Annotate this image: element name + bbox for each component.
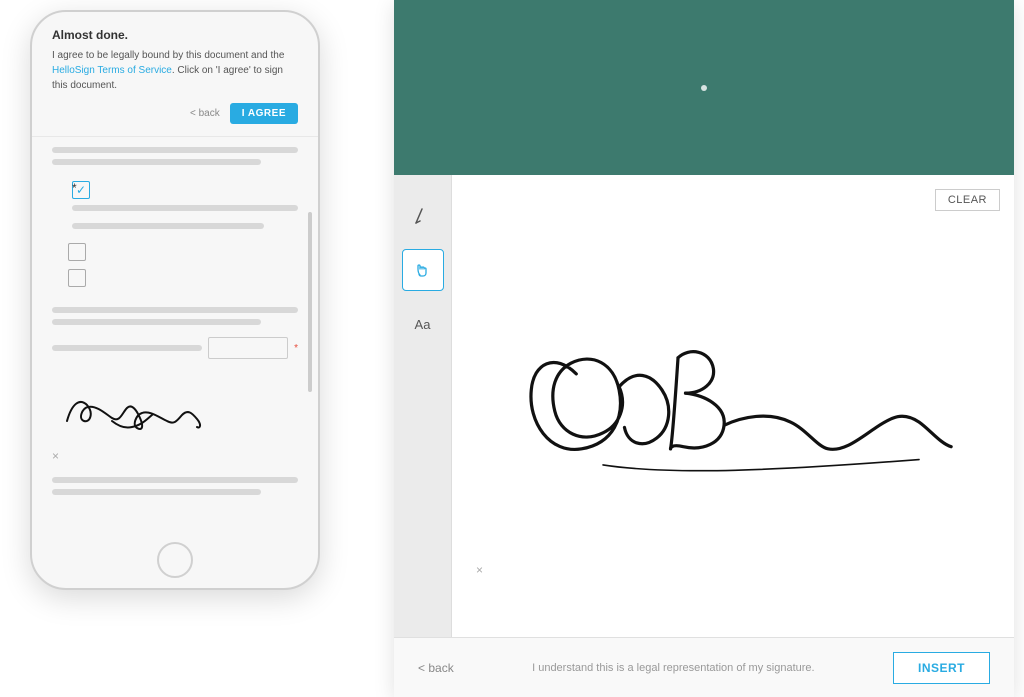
- terms-link[interactable]: HelloSign Terms of Service: [52, 65, 172, 76]
- footer-legal-text: I understand this is a legal representat…: [454, 662, 893, 674]
- footer-back-button[interactable]: < back: [418, 661, 454, 675]
- cb-line-2: [72, 223, 264, 229]
- phone-header-buttons: < back I AGREE: [52, 103, 298, 124]
- desktop-signature-svg: [512, 215, 994, 597]
- cb-line-1: [72, 205, 298, 211]
- phone-bottom-lines: [52, 477, 298, 495]
- hand-tool[interactable]: [402, 249, 444, 291]
- phone-mockup: Almost done. I agree to be legally bound…: [30, 10, 320, 590]
- x-mark: ×: [476, 563, 483, 577]
- signature-drawing: [512, 215, 994, 597]
- desktop-footer: < back I understand this is a legal repr…: [394, 637, 1014, 697]
- phone-signature-area: ×: [52, 373, 298, 463]
- almost-done-text: I agree to be legally bound by this docu…: [52, 48, 298, 93]
- cursor-dot: [701, 85, 707, 91]
- checkbox-2[interactable]: [68, 243, 86, 261]
- tool-sidebar: Aa: [394, 175, 452, 637]
- unchecked-checkboxes: [66, 243, 298, 287]
- signature-panel: Aa CLEAR ×: [394, 175, 1014, 637]
- draw-tool[interactable]: [402, 195, 444, 237]
- pen-icon: [412, 205, 434, 227]
- back-button[interactable]: < back: [190, 108, 220, 119]
- sig-tools-area: Aa CLEAR ×: [394, 175, 1014, 637]
- signature-canvas[interactable]: CLEAR ×: [452, 175, 1014, 637]
- desktop-top-area: [394, 0, 1014, 175]
- insert-button[interactable]: INSERT: [893, 652, 990, 684]
- checkbox-3[interactable]: [68, 269, 86, 287]
- clear-button[interactable]: CLEAR: [935, 189, 1000, 211]
- scrollbar[interactable]: [308, 212, 312, 392]
- text-tool[interactable]: Aa: [402, 303, 444, 345]
- text-tool-label: Aa: [415, 317, 431, 332]
- content-line-2: [52, 159, 261, 165]
- bottom-line-2: [52, 489, 261, 495]
- phone-signature-svg: [52, 383, 252, 438]
- input-field-row: *: [52, 337, 298, 359]
- checkmark-icon: ✓: [76, 183, 86, 197]
- agree-button[interactable]: I AGREE: [230, 103, 298, 124]
- content-line-3: [52, 307, 298, 313]
- content-line-4: [52, 319, 261, 325]
- phone-body: * ✓ *: [32, 137, 318, 511]
- hand-icon: [412, 259, 434, 281]
- required-star: *: [294, 343, 298, 354]
- almost-done-title: Almost done.: [52, 28, 298, 42]
- label-line: [52, 345, 202, 351]
- required-asterisk: *: [72, 181, 77, 195]
- desktop-mockup: Aa CLEAR ×: [394, 0, 1014, 697]
- agree-text-1: I agree to be legally bound by this docu…: [52, 50, 284, 61]
- bottom-line-1: [52, 477, 298, 483]
- phone-header: Almost done. I agree to be legally bound…: [32, 12, 318, 137]
- checkbox-section: * ✓: [52, 181, 298, 287]
- phone-close-x[interactable]: ×: [52, 449, 298, 463]
- phone-home-button[interactable]: [157, 542, 193, 578]
- content-line-1: [52, 147, 298, 153]
- input-field[interactable]: [208, 337, 288, 359]
